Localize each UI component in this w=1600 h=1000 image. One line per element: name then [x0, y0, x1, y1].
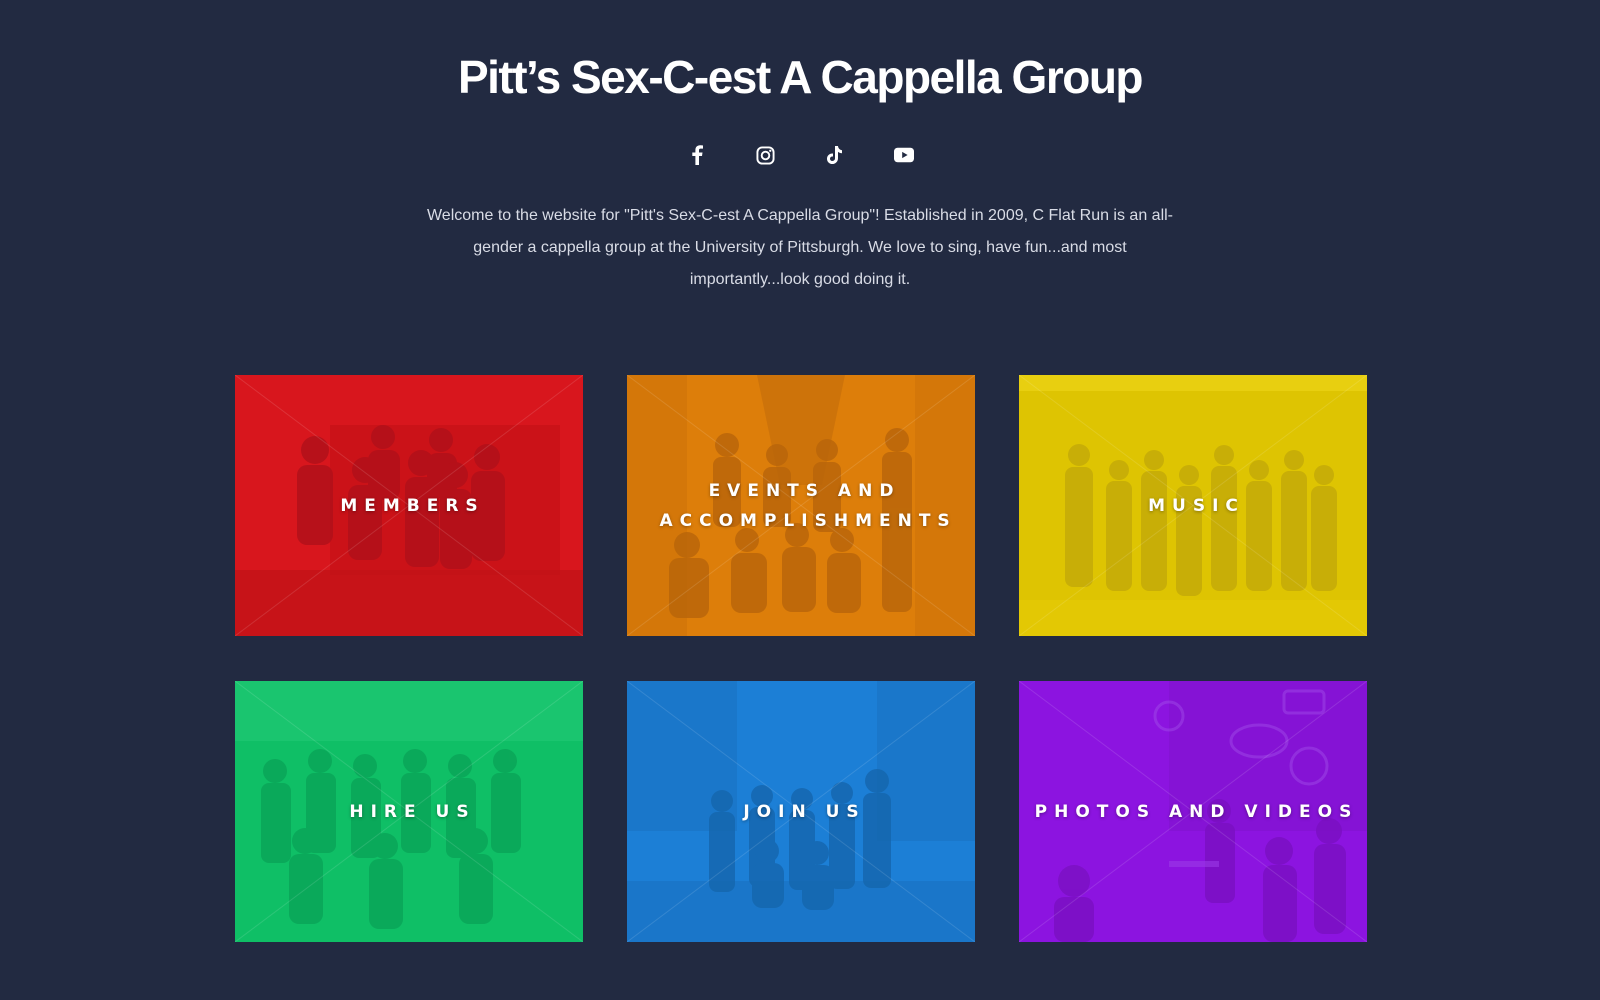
youtube-icon	[893, 147, 914, 163]
facebook-icon	[691, 145, 703, 165]
tile-music[interactable]: MUSIC	[1019, 375, 1367, 636]
tile-label: HIRE US	[349, 801, 476, 822]
page: Pitt’s Sex-C-est A Cappella Group Welcom…	[0, 0, 1600, 1000]
tile-label: MUSIC	[1148, 495, 1245, 516]
tiktok-icon	[827, 146, 842, 164]
youtube-link[interactable]	[893, 145, 914, 165]
tile-events-and-accomplishments[interactable]: EVENTS AND ACCOMPLISHMENTS	[627, 375, 975, 636]
tile-hire-us[interactable]: HIRE US	[235, 681, 583, 942]
instagram-link[interactable]	[756, 145, 776, 165]
tiktok-link[interactable]	[825, 145, 845, 165]
page-title: Pitt’s Sex-C-est A Cappella Group	[457, 51, 1144, 103]
instagram-icon	[756, 145, 775, 165]
tile-label: JOIN US	[743, 801, 866, 822]
intro-text: Welcome to the website for "Pitt's Sex-C…	[426, 207, 1174, 288]
facebook-link[interactable]	[687, 145, 707, 165]
tile-label: MEMBERS	[340, 495, 485, 516]
tile-label: EVENTS AND ACCOMPLISHMENTS	[659, 480, 957, 531]
tile-join-us[interactable]: JOIN US	[627, 681, 975, 942]
tile-photos-and-videos[interactable]: PHOTOS AND VIDEOS	[1019, 681, 1367, 942]
tile-members[interactable]: MEMBERS	[235, 375, 583, 636]
social-links	[0, 145, 1600, 165]
tile-label: PHOTOS AND VIDEOS	[1034, 801, 1359, 822]
